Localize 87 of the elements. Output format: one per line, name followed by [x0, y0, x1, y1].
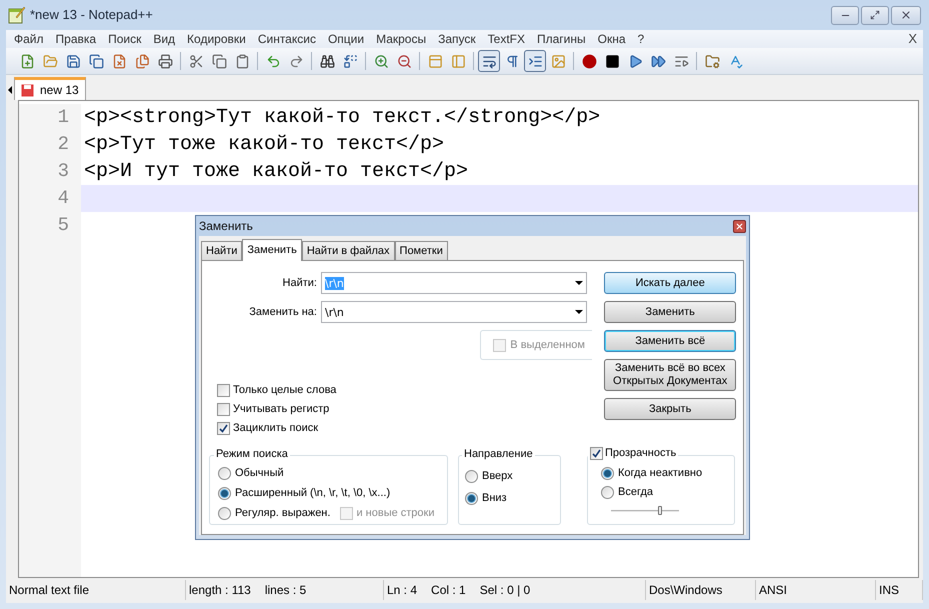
status-text: INS — [879, 582, 900, 599]
line-number: 2 — [19, 131, 81, 158]
close-icon — [735, 222, 744, 230]
menu-item[interactable]: Опции — [322, 30, 370, 48]
menu-item[interactable]: Макросы — [370, 30, 432, 48]
menu-item[interactable]: Поиск — [102, 30, 148, 48]
line-number: 3 — [19, 158, 81, 185]
dialog-tab[interactable]: Найти — [201, 241, 242, 260]
checkbox-label: Учитывать регистр — [233, 403, 330, 416]
radio-label: Обычный — [235, 467, 284, 480]
status-text: lines : 5 — [264, 582, 306, 599]
window-title: *new 13 - Notepad++ — [30, 6, 153, 24]
save-icon — [21, 84, 34, 96]
group-title: Направление — [462, 448, 535, 461]
code-text: <p>Тут тоже какой-то текст</p> — [83, 132, 446, 158]
slider-thumb[interactable] — [658, 506, 662, 515]
checkbox-label: В выделенном — [510, 338, 585, 352]
radio-label: Расширенный (\n, \r, \t, \0, \x...) — [235, 487, 390, 500]
combo-box[interactable]: \r\n — [321, 301, 587, 323]
radio-label: Всегда — [618, 486, 654, 499]
dialog-button[interactable]: Заменить всё — [604, 330, 736, 352]
dropdown-arrow-icon — [575, 310, 583, 314]
radio-button[interactable] — [601, 486, 614, 499]
checkbox-label: и новые строки — [356, 507, 435, 520]
close-document-button[interactable]: X — [904, 29, 921, 49]
status-text: Col : 1 — [431, 582, 466, 599]
line-number: 4 — [19, 185, 81, 212]
word-wrap-icon[interactable] — [478, 50, 500, 72]
field-label: Заменить на: — [248, 306, 318, 318]
maximize-button[interactable] — [861, 6, 889, 24]
menu-item[interactable]: Запуск — [432, 30, 482, 48]
checkbox[interactable] — [217, 403, 230, 416]
line-number: 5 — [19, 212, 81, 239]
radio-button[interactable] — [465, 470, 478, 483]
close-button[interactable] — [733, 220, 746, 232]
code-text: <p>И тут тоже какой-то текст</p> — [83, 158, 470, 184]
radio-label: Вверх — [482, 470, 513, 483]
radio-button[interactable] — [218, 467, 231, 480]
line-number: 1 — [19, 104, 81, 131]
radio-button[interactable] — [218, 507, 231, 520]
checkbox-label: Прозрачность — [605, 447, 676, 460]
radio-button[interactable] — [218, 487, 231, 500]
dialog-tab[interactable]: Пометки — [394, 241, 448, 260]
menu-item[interactable]: Правка — [50, 30, 102, 48]
menu-item[interactable]: Окна — [592, 30, 632, 48]
menu-item[interactable]: ? — [632, 30, 650, 48]
dialog-button[interactable]: Заменить — [604, 301, 736, 323]
dialog-button[interactable]: Заменить всё во всех Открытых Документах — [604, 359, 736, 391]
checkbox[interactable] — [590, 447, 603, 460]
menu-item[interactable]: Плагины — [531, 30, 592, 48]
checkmark-icon — [219, 424, 228, 433]
field-label: Найти: — [282, 276, 318, 290]
radio-button[interactable] — [601, 467, 614, 480]
radio-button[interactable] — [465, 492, 478, 505]
checkbox[interactable] — [217, 422, 230, 435]
status-text: ANSI — [759, 582, 788, 599]
maximize-icon — [870, 10, 880, 20]
dropdown-arrow-icon — [575, 281, 583, 285]
menu-item[interactable]: TextFX — [482, 30, 531, 48]
notepad-icon — [8, 6, 26, 24]
dialog-button[interactable]: Искать далее — [604, 272, 736, 294]
status-text: Sel : 0 | 0 — [480, 582, 530, 599]
dialog-title: Заменить — [199, 220, 253, 232]
checkbox-label: Зациклить поиск — [233, 422, 318, 435]
menu-item[interactable]: Кодировки — [181, 30, 252, 48]
indent-guide-icon[interactable] — [524, 50, 546, 72]
radio-label: Когда неактивно — [618, 467, 702, 480]
menu-item[interactable]: Файл — [8, 30, 50, 48]
close-icon — [900, 9, 912, 21]
code-text: <p><strong>Тут какой-то текст.</strong></p> — [83, 104, 602, 130]
dialog-tab[interactable]: Найти в файлах — [302, 241, 395, 260]
opacity-slider[interactable] — [611, 506, 679, 515]
status-text: Dos\Windows — [649, 582, 722, 599]
dialog-button[interactable]: Закрыть — [604, 398, 736, 420]
menu-item[interactable]: Вид — [147, 30, 182, 48]
status-text: Normal text file — [9, 582, 90, 599]
checkmark-icon — [592, 449, 601, 458]
checkbox[interactable] — [217, 384, 230, 397]
document-tab[interactable]: new 13 — [14, 77, 86, 100]
radio-label: Вниз — [482, 492, 507, 505]
menu-item[interactable]: Синтаксис — [252, 30, 322, 48]
status-text: length : 113 — [189, 582, 251, 599]
radio-label: Регуляр. выражен. — [235, 507, 330, 520]
status-text: Ln : 4 — [387, 582, 418, 599]
close-button[interactable] — [891, 6, 921, 24]
dialog-tab[interactable]: Заменить — [242, 239, 302, 261]
checkbox-label: Только целые слова — [233, 384, 336, 397]
